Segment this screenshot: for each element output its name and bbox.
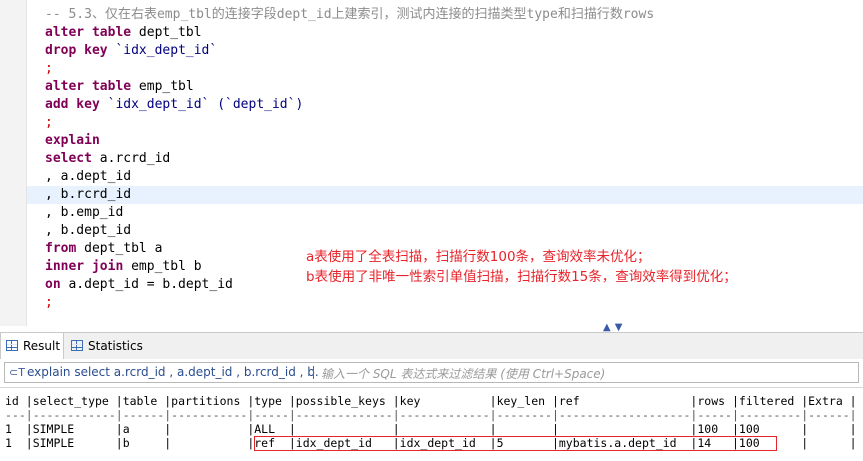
- table-row[interactable]: 1 |SIMPLE |a | |ALL | | | | |100 |100 | …: [5, 422, 857, 436]
- filter-separator: [313, 366, 314, 379]
- grid-icon: [71, 340, 83, 351]
- sql-keyword: alter table: [45, 79, 132, 94]
- code-comment-line[interactable]: -- 5.3、仅在右表emp_tbl的连接字段dept_id上建索引，测试内连接…: [45, 6, 654, 24]
- sql-comment: -- 5.3、仅在右表emp_tbl的连接字段dept_id上建索引，测试内连接…: [45, 7, 655, 22]
- filter-icon[interactable]: ⊂T: [9, 366, 25, 379]
- sql-text: , b.dept_id: [45, 223, 132, 238]
- query-text: explain select a.rcrd_id , a.dept_id , b…: [27, 365, 319, 379]
- result-separator-row: ---|------------|------|-----------|----…: [5, 408, 857, 422]
- sql-text: , b.rcrd_id: [45, 187, 132, 202]
- tab-result-label: Result: [23, 339, 61, 353]
- code-line[interactable]: ;: [45, 114, 53, 132]
- sql-text: , a.dept_id: [45, 169, 132, 184]
- editor-gutter: [0, 0, 27, 326]
- filter-bar: ⊂T explain select a.rcrd_id , a.dept_id …: [0, 359, 863, 388]
- annotation-note-a: a表使用了全表扫描，扫描行数100条，查询效率未优化；: [306, 249, 651, 265]
- sql-keyword: inner join: [45, 259, 124, 274]
- annotation-note-b: b表使用了非唯一性索引单值扫描，扫描行数15条，查询效率得到优化；: [306, 269, 737, 285]
- code-line[interactable]: alter table dept_tbl: [45, 24, 202, 42]
- code-line[interactable]: , b.emp_id: [45, 204, 123, 222]
- code-line[interactable]: , a.dept_id: [45, 168, 131, 186]
- sql-keyword: drop key: [45, 43, 108, 58]
- sql-editor[interactable]: -- 5.3、仅在右表emp_tbl的连接字段dept_id上建索引，测试内连接…: [0, 0, 863, 333]
- code-line[interactable]: explain: [45, 132, 100, 150]
- sql-keyword: explain: [45, 133, 100, 148]
- sql-text: emp_tbl: [131, 79, 194, 94]
- sql-text: dept_tbl: [131, 25, 202, 40]
- highlight-annotation-box: [254, 436, 777, 451]
- code-line[interactable]: ;: [45, 60, 53, 78]
- code-line[interactable]: add key `idx_dept_id` (`dept_id`): [45, 96, 303, 114]
- grid-icon: [6, 340, 18, 351]
- result-tab-bar: Result Statistics: [0, 332, 863, 360]
- sql-keyword: on: [45, 277, 61, 292]
- sql-text: a.dept_id = b.dept_id: [60, 277, 233, 292]
- sql-keyword: select: [45, 151, 92, 166]
- sql-semicolon: ;: [45, 295, 53, 310]
- filter-input[interactable]: ⊂T explain select a.rcrd_id , a.dept_id …: [4, 362, 859, 383]
- code-line[interactable]: , b.dept_id: [45, 222, 131, 240]
- code-line[interactable]: alter table emp_tbl: [45, 78, 194, 96]
- sql-semicolon: ;: [45, 61, 53, 76]
- sql-text: dept_tbl a: [76, 241, 163, 256]
- sql-semicolon: ;: [45, 115, 53, 130]
- sql-keyword: from: [45, 241, 77, 256]
- result-header-row: id |select_type |table |partitions |type…: [5, 394, 857, 408]
- sql-keyword: add key: [45, 97, 100, 112]
- tab-result[interactable]: Result: [0, 333, 64, 360]
- sql-text: a.rcrd_id: [91, 151, 171, 166]
- code-line[interactable]: ;: [45, 294, 53, 312]
- current-code-line[interactable]: , b.rcrd_id: [27, 186, 863, 204]
- sql-text: `idx_dept_id` (`dept_id`): [99, 97, 304, 112]
- code-line[interactable]: on a.dept_id = b.dept_id: [45, 276, 233, 294]
- code-line[interactable]: drop key `idx_dept_id`: [45, 42, 217, 60]
- sql-keyword: alter table: [45, 25, 132, 40]
- sql-text: , b.emp_id: [45, 205, 124, 220]
- tab-statistics-label: Statistics: [88, 339, 143, 353]
- tab-statistics[interactable]: Statistics: [66, 333, 146, 359]
- code-line[interactable]: from dept_tbl a: [45, 240, 162, 258]
- code-line[interactable]: select a.rcrd_id: [45, 150, 170, 168]
- filter-placeholder: 输入一个 SQL 表达式来过滤结果 (使用 Ctrl+Space): [321, 367, 606, 381]
- sql-text: emp_tbl b: [123, 259, 202, 274]
- sql-text: `idx_dept_id`: [107, 43, 218, 58]
- code-line[interactable]: inner join emp_tbl b: [45, 258, 202, 276]
